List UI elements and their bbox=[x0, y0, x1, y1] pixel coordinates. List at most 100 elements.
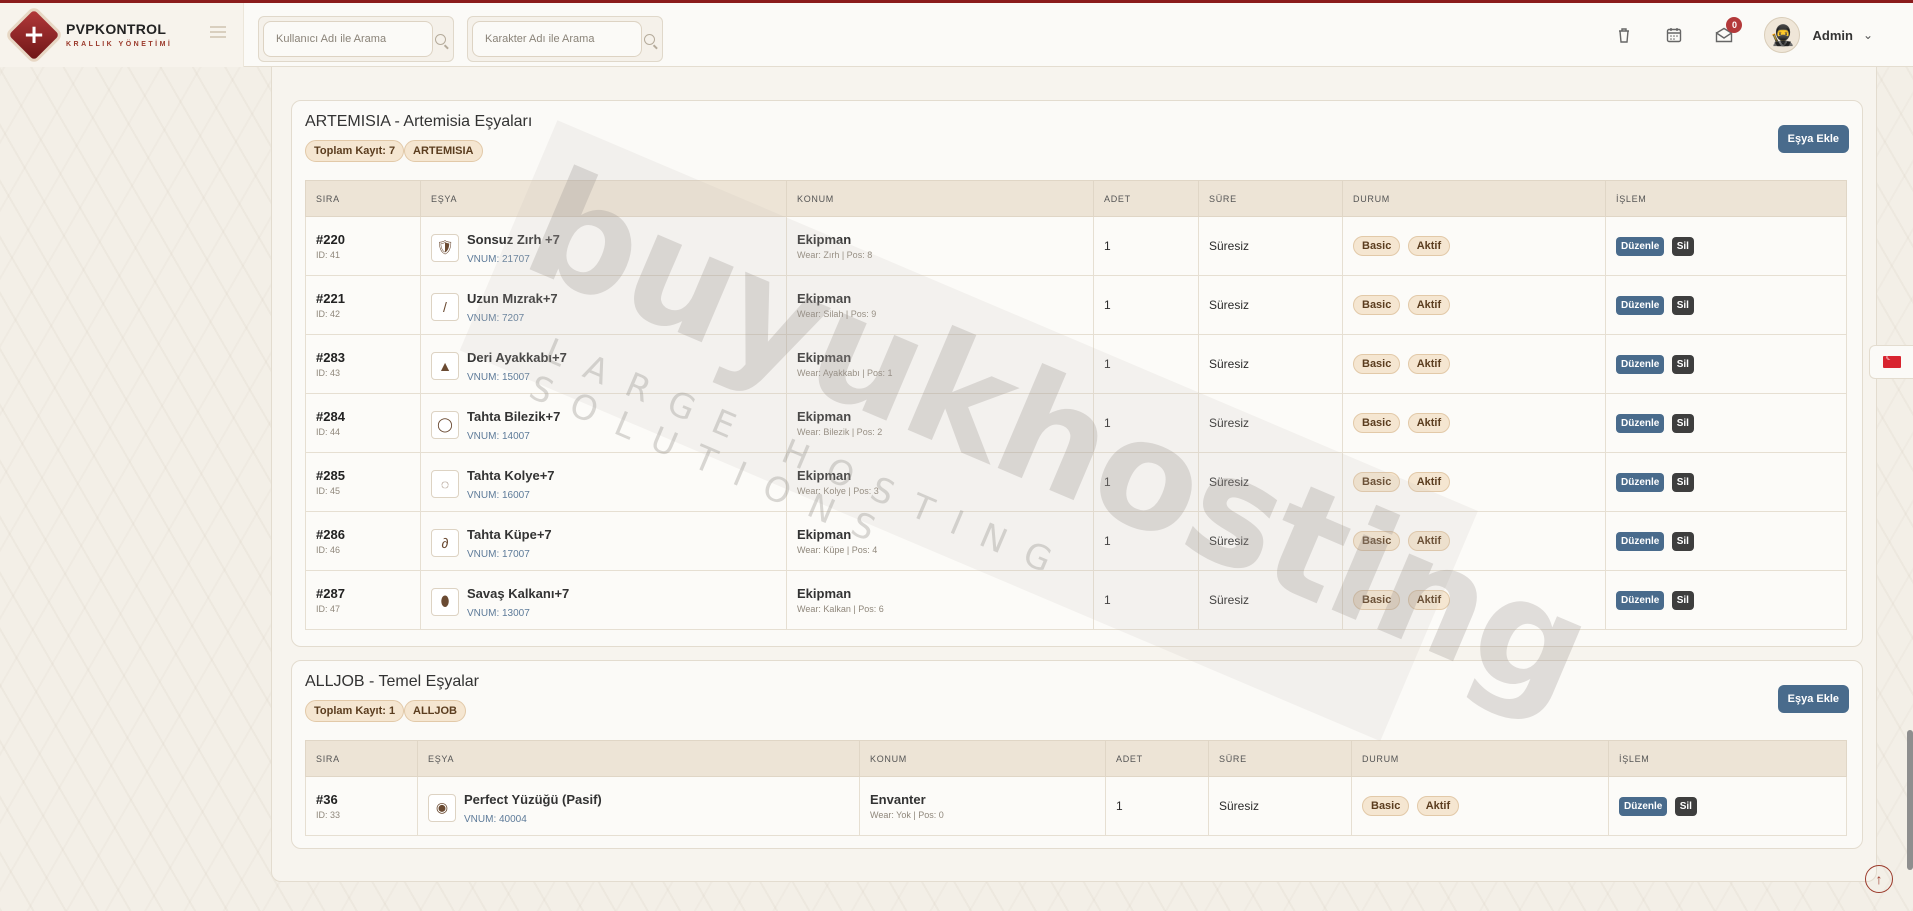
cell-konum: Ekipman Wear: Ayakkabı | Pos: 1 bbox=[786, 334, 1094, 394]
location-name: Ekipman bbox=[797, 409, 852, 424]
cell-esya: ◌ Tahta Kolye+7 VNUM: 16007 bbox=[420, 452, 787, 512]
row-id: ID: 33 bbox=[316, 810, 341, 820]
type-badge: Basic bbox=[1353, 531, 1401, 551]
scrollbar[interactable] bbox=[1907, 730, 1913, 870]
brand[interactable]: + PVPKONTROL KRALLIK YÖNETİMİ bbox=[0, 2, 244, 67]
col-header-sira[interactable]: SIRA bbox=[305, 180, 421, 217]
col-header-esya[interactable]: EŞYA bbox=[417, 740, 860, 777]
cell-sira: #221 ID: 42 bbox=[305, 275, 421, 335]
cell-adet: 1 bbox=[1093, 216, 1199, 276]
cell-konum: Ekipman Wear: Küpe | Pos: 4 bbox=[786, 511, 1094, 571]
cell-islem: Düzenle Sil bbox=[1605, 511, 1847, 571]
section-code-badge: ARTEMISIA bbox=[404, 140, 483, 162]
col-header-islem[interactable]: İŞLEM bbox=[1605, 180, 1847, 217]
edit-button[interactable]: Düzenle bbox=[1616, 531, 1665, 551]
items-table: SIRA EŞYA KONUM ADET SÜRE DURUM İŞLEM #2… bbox=[305, 180, 1847, 630]
bracelet-icon: ◯ bbox=[431, 410, 459, 439]
user-search-input[interactable]: Kullanıcı Adı ile Arama bbox=[263, 21, 446, 57]
admin-name[interactable]: Admin bbox=[1812, 28, 1852, 43]
cell-durum: Basic Aktif bbox=[1351, 776, 1609, 836]
delete-button[interactable]: Sil bbox=[1671, 295, 1694, 315]
type-badge: Basic bbox=[1353, 472, 1401, 492]
col-header-esya[interactable]: EŞYA bbox=[420, 180, 787, 217]
cell-sure: Süresiz bbox=[1198, 275, 1343, 335]
col-header-adet[interactable]: ADET bbox=[1105, 740, 1209, 777]
cell-durum: Basic Aktif bbox=[1342, 334, 1606, 394]
avatar[interactable]: 🥷 bbox=[1764, 17, 1801, 53]
language-switcher[interactable] bbox=[1869, 345, 1913, 379]
cell-adet: 1 bbox=[1093, 511, 1199, 571]
col-header-adet[interactable]: ADET bbox=[1093, 180, 1199, 217]
cell-sure: Süresiz bbox=[1198, 570, 1343, 630]
cell-sure: Süresiz bbox=[1198, 393, 1343, 453]
spear-icon: / bbox=[431, 292, 459, 321]
col-header-durum[interactable]: DURUM bbox=[1342, 180, 1606, 217]
delete-button[interactable]: Sil bbox=[1671, 236, 1694, 256]
add-item-button[interactable]: Eşya Ekle bbox=[1777, 125, 1849, 153]
col-header-konum[interactable]: KONUM bbox=[859, 740, 1106, 777]
cell-sira: #285 ID: 45 bbox=[305, 452, 421, 512]
delete-button[interactable]: Sil bbox=[1671, 472, 1694, 492]
cell-esya: 🛡 Sonsuz Zırh +7 VNUM: 21707 bbox=[420, 216, 787, 276]
location-detail: Wear: Zırh | Pos: 8 bbox=[797, 250, 873, 260]
cell-konum: Ekipman Wear: Silah | Pos: 9 bbox=[786, 275, 1094, 335]
row-number: #287 bbox=[316, 586, 345, 601]
cell-sure: Süresiz bbox=[1208, 776, 1352, 836]
col-header-durum[interactable]: DURUM bbox=[1351, 740, 1609, 777]
edit-button[interactable]: Düzenle bbox=[1616, 413, 1665, 433]
cell-esya: ∂ Tahta Küpe+7 VNUM: 17007 bbox=[420, 511, 787, 571]
scroll-to-top-icon[interactable]: ↑ bbox=[1865, 865, 1893, 893]
character-search-input[interactable]: Karakter Adı ile Arama bbox=[472, 21, 655, 57]
total-count-badge: Toplam Kayıt: 1 bbox=[305, 700, 405, 722]
main-content: ARTEMISIA - Artemisia Eşyaları Toplam Ka… bbox=[271, 50, 1877, 882]
col-header-konum[interactable]: KONUM bbox=[786, 180, 1094, 217]
edit-button[interactable]: Düzenle bbox=[1616, 472, 1665, 492]
cell-islem: Düzenle Sil bbox=[1605, 393, 1847, 453]
calendar-icon[interactable] bbox=[1664, 25, 1684, 45]
edit-button[interactable]: Düzenle bbox=[1616, 354, 1665, 374]
cell-durum: Basic Aktif bbox=[1342, 275, 1606, 335]
status-badge: Aktif bbox=[1407, 472, 1451, 492]
edit-button[interactable]: Düzenle bbox=[1616, 590, 1665, 610]
location-detail: Wear: Silah | Pos: 9 bbox=[797, 309, 877, 319]
delete-button[interactable]: Sil bbox=[1674, 796, 1697, 816]
item-name: Sonsuz Zırh +7 bbox=[467, 231, 560, 247]
delete-button[interactable]: Sil bbox=[1671, 413, 1694, 433]
edit-button[interactable]: Düzenle bbox=[1616, 236, 1665, 256]
type-badge: Basic bbox=[1362, 796, 1410, 816]
search-icon[interactable] bbox=[644, 34, 655, 45]
menu-toggle-icon[interactable] bbox=[210, 26, 226, 38]
notification-badge: 0 bbox=[1726, 17, 1743, 33]
delete-button[interactable]: Sil bbox=[1671, 354, 1694, 374]
cell-esya: ▲ Deri Ayakkabı+7 VNUM: 15007 bbox=[420, 334, 787, 394]
status-badge: Aktif bbox=[1407, 590, 1451, 610]
table-row: #36 ID: 33 ◉ Perfect Yüzüğü (Pasif) VNUM… bbox=[305, 776, 1847, 836]
type-badge: Basic bbox=[1353, 413, 1401, 433]
col-header-sure[interactable]: SÜRE bbox=[1198, 180, 1343, 217]
edit-button[interactable]: Düzenle bbox=[1616, 295, 1665, 315]
boots-icon: ▲ bbox=[431, 351, 459, 380]
search-icon[interactable] bbox=[435, 34, 446, 45]
cell-durum: Basic Aktif bbox=[1342, 452, 1606, 512]
item-name: Perfect Yüzüğü (Pasif) bbox=[464, 791, 602, 807]
delete-button[interactable]: Sil bbox=[1671, 531, 1694, 551]
row-id: ID: 43 bbox=[316, 368, 341, 378]
mail-icon[interactable]: 0 bbox=[1714, 17, 1743, 45]
add-item-button[interactable]: Eşya Ekle bbox=[1777, 685, 1849, 713]
cell-islem: Düzenle Sil bbox=[1608, 776, 1847, 836]
edit-button[interactable]: Düzenle bbox=[1619, 796, 1668, 816]
item-vnum: VNUM: 15007 bbox=[467, 371, 530, 383]
col-header-sira[interactable]: SIRA bbox=[305, 740, 418, 777]
chevron-down-icon[interactable]: ⌄ bbox=[1863, 28, 1873, 42]
cell-adet: 1 bbox=[1093, 570, 1199, 630]
item-name: Deri Ayakkabı+7 bbox=[467, 349, 567, 365]
location-detail: Wear: Küpe | Pos: 4 bbox=[797, 545, 878, 555]
item-vnum: VNUM: 21707 bbox=[467, 253, 530, 265]
row-number: #285 bbox=[316, 468, 345, 483]
col-header-sure[interactable]: SÜRE bbox=[1208, 740, 1352, 777]
location-name: Ekipman bbox=[797, 527, 852, 542]
trash-icon[interactable] bbox=[1614, 25, 1634, 45]
delete-button[interactable]: Sil bbox=[1671, 590, 1694, 610]
cell-sira: #287 ID: 47 bbox=[305, 570, 421, 630]
col-header-islem[interactable]: İŞLEM bbox=[1608, 740, 1847, 777]
